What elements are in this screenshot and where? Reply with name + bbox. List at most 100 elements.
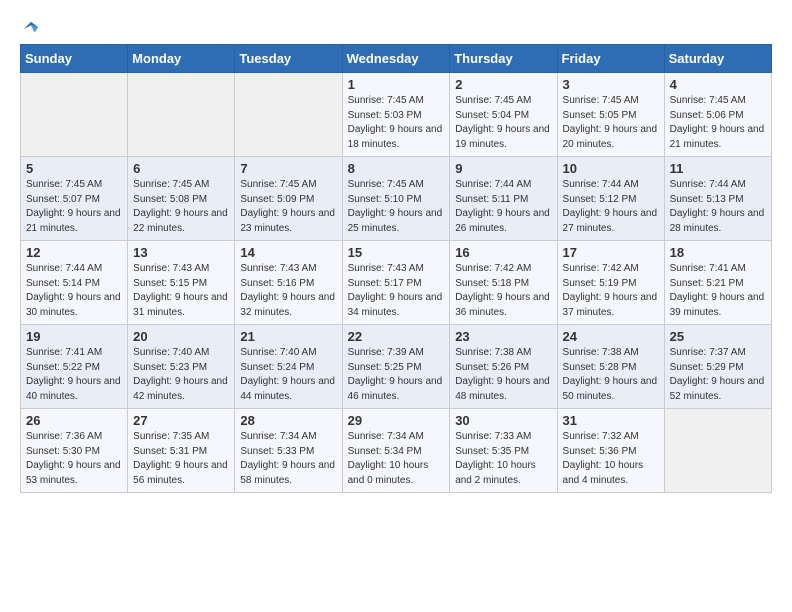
calendar-cell: 31 Sunrise: 7:32 AMSunset: 5:36 PMDayligh… bbox=[557, 409, 664, 493]
weekday-header: Wednesday bbox=[342, 45, 450, 73]
calendar-cell: 7Sunrise: 7:45 AMSunset: 5:09 PMDaylight… bbox=[235, 157, 342, 241]
day-info: Sunrise: 7:45 AMSunset: 5:10 PMDaylight:… bbox=[348, 178, 445, 236]
calendar-cell: 26 Sunrise: 7:36 AMSunset: 5:30 PMDayligh… bbox=[21, 409, 128, 493]
calendar-cell: 6 Sunrise: 7:45 AMSunset: 5:08 PMDaylight… bbox=[128, 157, 235, 241]
day-info: Sunrise: 7:39 AMSunset: 5:25 PMDaylight:… bbox=[348, 346, 445, 404]
calendar-cell: 20 Sunrise: 7:40 AMSunset: 5:23 PMDayligh… bbox=[128, 325, 235, 409]
calendar-cell: 12 Sunrise: 7:44 AMSunset: 5:14 PMDayligh… bbox=[21, 241, 128, 325]
day-info: Sunrise: 7:34 AMSunset: 5:34 PMDaylight:… bbox=[348, 430, 445, 488]
calendar-cell bbox=[235, 73, 342, 157]
day-info: Sunrise: 7:41 AMSunset: 5:22 PMDaylight:… bbox=[26, 346, 122, 404]
calendar-cell bbox=[21, 73, 128, 157]
calendar-header-row: SundayMondayTuesdayWednesdayThursdayFrid… bbox=[21, 45, 772, 73]
day-number: 15 bbox=[348, 245, 445, 260]
day-number: 12 bbox=[26, 245, 122, 260]
day-info: Sunrise: 7:40 AMSunset: 5:23 PMDaylight:… bbox=[133, 346, 229, 404]
calendar-cell: 21Sunrise: 7:40 AMSunset: 5:24 PMDayligh… bbox=[235, 325, 342, 409]
calendar-cell: 10 Sunrise: 7:44 AMSunset: 5:12 PMDayligh… bbox=[557, 157, 664, 241]
calendar-cell: 25 Sunrise: 7:37 AMSunset: 5:29 PMDayligh… bbox=[664, 325, 771, 409]
day-info: Sunrise: 7:36 AMSunset: 5:30 PMDaylight:… bbox=[26, 430, 122, 488]
calendar-cell: 8 Sunrise: 7:45 AMSunset: 5:10 PMDaylight… bbox=[342, 157, 450, 241]
calendar-week-row: 5 Sunrise: 7:45 AMSunset: 5:07 PMDaylight… bbox=[21, 157, 772, 241]
page-header bbox=[20, 20, 772, 34]
day-number: 18 bbox=[670, 245, 766, 260]
day-number: 25 bbox=[670, 329, 766, 344]
day-info: Sunrise: 7:44 AMSunset: 5:14 PMDaylight:… bbox=[26, 262, 122, 320]
day-info: Sunrise: 7:45 AMSunset: 5:06 PMDaylight:… bbox=[670, 94, 766, 152]
day-info: Sunrise: 7:43 AMSunset: 5:15 PMDaylight:… bbox=[133, 262, 229, 320]
logo-bird-icon bbox=[22, 20, 40, 38]
calendar-cell: 19 Sunrise: 7:41 AMSunset: 5:22 PMDayligh… bbox=[21, 325, 128, 409]
day-number: 11 bbox=[670, 161, 766, 176]
day-number: 28 bbox=[240, 413, 336, 428]
day-info: Sunrise: 7:38 AMSunset: 5:26 PMDaylight:… bbox=[455, 346, 551, 404]
calendar-cell: 29 Sunrise: 7:34 AMSunset: 5:34 PMDayligh… bbox=[342, 409, 450, 493]
day-number: 14 bbox=[240, 245, 336, 260]
day-info: Sunrise: 7:44 AMSunset: 5:12 PMDaylight:… bbox=[563, 178, 659, 236]
day-info: Sunrise: 7:42 AMSunset: 5:18 PMDaylight:… bbox=[455, 262, 551, 320]
weekday-header: Friday bbox=[557, 45, 664, 73]
day-number: 19 bbox=[26, 329, 122, 344]
calendar-cell: 9 Sunrise: 7:44 AMSunset: 5:11 PMDaylight… bbox=[450, 157, 557, 241]
day-info: Sunrise: 7:32 AMSunset: 5:36 PMDaylight:… bbox=[563, 430, 659, 488]
calendar-cell: 24 Sunrise: 7:38 AMSunset: 5:28 PMDayligh… bbox=[557, 325, 664, 409]
day-info: Sunrise: 7:45 AMSunset: 5:08 PMDaylight:… bbox=[133, 178, 229, 236]
day-info: Sunrise: 7:37 AMSunset: 5:29 PMDaylight:… bbox=[670, 346, 766, 404]
day-number: 22 bbox=[348, 329, 445, 344]
day-number: 2 bbox=[455, 77, 551, 92]
calendar-cell: 17 Sunrise: 7:42 AMSunset: 5:19 PMDayligh… bbox=[557, 241, 664, 325]
calendar-cell: 11 Sunrise: 7:44 AMSunset: 5:13 PMDayligh… bbox=[664, 157, 771, 241]
day-info: Sunrise: 7:44 AMSunset: 5:11 PMDaylight:… bbox=[455, 178, 551, 236]
day-number: 17 bbox=[563, 245, 659, 260]
day-number: 6 bbox=[133, 161, 229, 176]
day-info: Sunrise: 7:44 AMSunset: 5:13 PMDaylight:… bbox=[670, 178, 766, 236]
calendar-cell bbox=[664, 409, 771, 493]
weekday-header: Tuesday bbox=[235, 45, 342, 73]
day-info: Sunrise: 7:45 AMSunset: 5:04 PMDaylight:… bbox=[455, 94, 551, 152]
day-number: 5 bbox=[26, 161, 122, 176]
day-number: 20 bbox=[133, 329, 229, 344]
day-number: 26 bbox=[26, 413, 122, 428]
weekday-header: Monday bbox=[128, 45, 235, 73]
day-info: Sunrise: 7:35 AMSunset: 5:31 PMDaylight:… bbox=[133, 430, 229, 488]
calendar-cell: 4 Sunrise: 7:45 AMSunset: 5:06 PMDaylight… bbox=[664, 73, 771, 157]
calendar-cell: 3 Sunrise: 7:45 AMSunset: 5:05 PMDaylight… bbox=[557, 73, 664, 157]
day-number: 16 bbox=[455, 245, 551, 260]
day-info: Sunrise: 7:45 AMSunset: 5:07 PMDaylight:… bbox=[26, 178, 122, 236]
day-number: 10 bbox=[563, 161, 659, 176]
day-number: 13 bbox=[133, 245, 229, 260]
day-info: Sunrise: 7:34 AMSunset: 5:33 PMDaylight:… bbox=[240, 430, 336, 488]
day-number: 4 bbox=[670, 77, 766, 92]
day-info: Sunrise: 7:38 AMSunset: 5:28 PMDaylight:… bbox=[563, 346, 659, 404]
day-number: 31 bbox=[563, 413, 659, 428]
calendar-cell: 28 Sunrise: 7:34 AMSunset: 5:33 PMDayligh… bbox=[235, 409, 342, 493]
calendar-cell: 15Sunrise: 7:43 AMSunset: 5:17 PMDayligh… bbox=[342, 241, 450, 325]
day-info: Sunrise: 7:42 AMSunset: 5:19 PMDaylight:… bbox=[563, 262, 659, 320]
calendar-cell: 13 Sunrise: 7:43 AMSunset: 5:15 PMDayligh… bbox=[128, 241, 235, 325]
calendar-cell: 16 Sunrise: 7:42 AMSunset: 5:18 PMDayligh… bbox=[450, 241, 557, 325]
calendar-cell: 1Sunrise: 7:45 AMSunset: 5:03 PMDaylight… bbox=[342, 73, 450, 157]
weekday-header: Sunday bbox=[21, 45, 128, 73]
day-info: Sunrise: 7:43 AMSunset: 5:16 PMDaylight:… bbox=[240, 262, 336, 320]
calendar-cell: 5 Sunrise: 7:45 AMSunset: 5:07 PMDaylight… bbox=[21, 157, 128, 241]
calendar-cell: 14 Sunrise: 7:43 AMSunset: 5:16 PMDayligh… bbox=[235, 241, 342, 325]
day-number: 30 bbox=[455, 413, 551, 428]
day-info: Sunrise: 7:45 AMSunset: 5:03 PMDaylight:… bbox=[348, 94, 445, 152]
calendar-table: SundayMondayTuesdayWednesdayThursdayFrid… bbox=[20, 44, 772, 493]
day-number: 3 bbox=[563, 77, 659, 92]
calendar-cell: 23 Sunrise: 7:38 AMSunset: 5:26 PMDayligh… bbox=[450, 325, 557, 409]
day-number: 23 bbox=[455, 329, 551, 344]
day-info: Sunrise: 7:40 AMSunset: 5:24 PMDaylight:… bbox=[240, 346, 336, 404]
logo bbox=[20, 20, 40, 34]
day-number: 29 bbox=[348, 413, 445, 428]
day-info: Sunrise: 7:45 AMSunset: 5:09 PMDaylight:… bbox=[240, 178, 336, 236]
day-info: Sunrise: 7:45 AMSunset: 5:05 PMDaylight:… bbox=[563, 94, 659, 152]
calendar-cell bbox=[128, 73, 235, 157]
day-number: 9 bbox=[455, 161, 551, 176]
day-number: 27 bbox=[133, 413, 229, 428]
calendar-week-row: 1Sunrise: 7:45 AMSunset: 5:03 PMDaylight… bbox=[21, 73, 772, 157]
weekday-header: Saturday bbox=[664, 45, 771, 73]
day-number: 24 bbox=[563, 329, 659, 344]
calendar-cell: 22 Sunrise: 7:39 AMSunset: 5:25 PMDayligh… bbox=[342, 325, 450, 409]
day-number: 8 bbox=[348, 161, 445, 176]
